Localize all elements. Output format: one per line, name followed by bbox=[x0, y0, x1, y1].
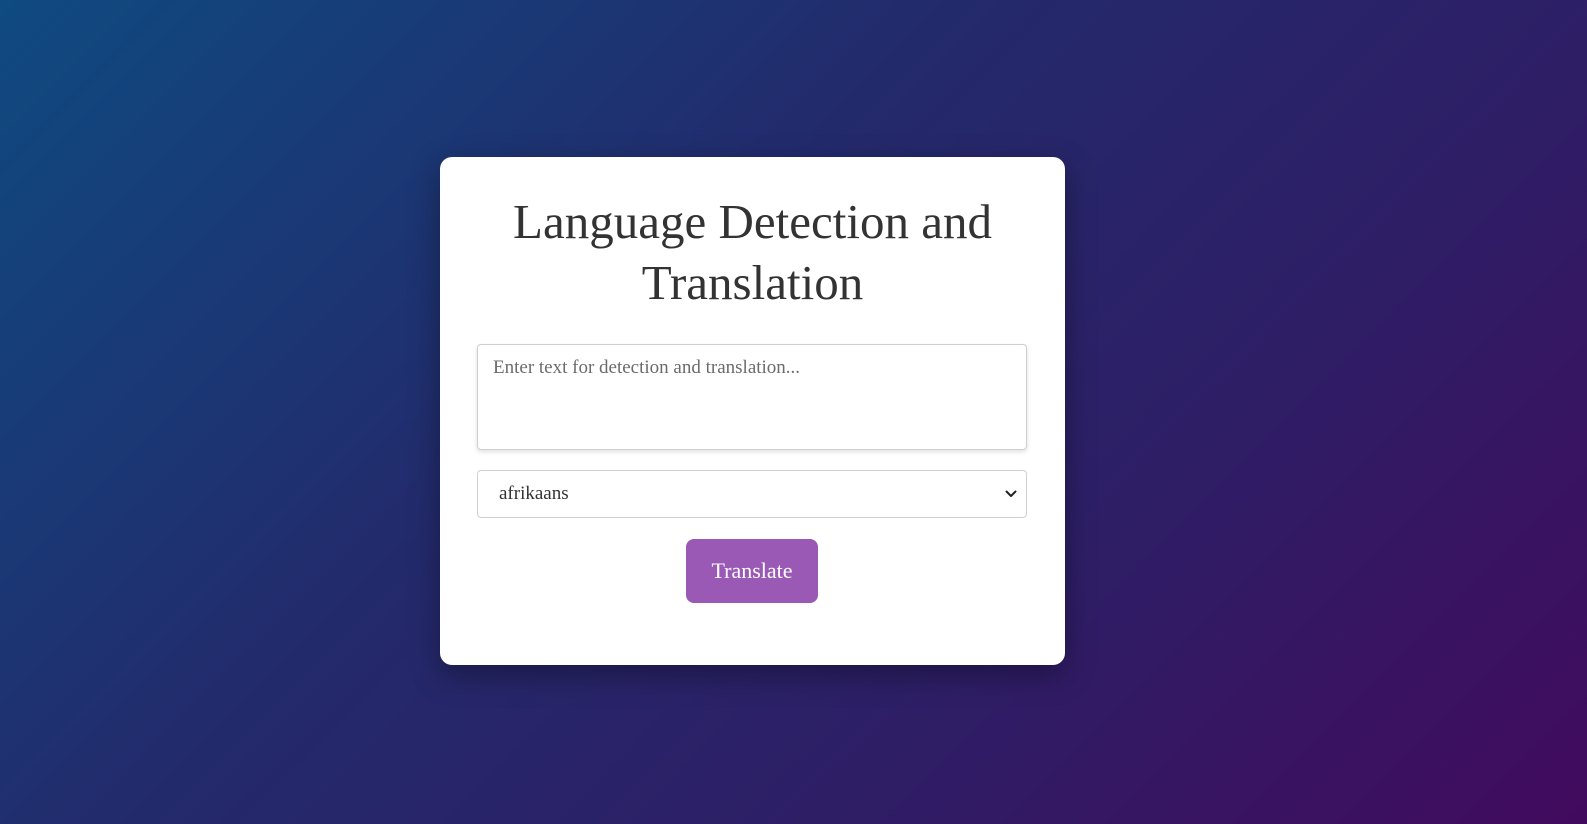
translator-card: Language Detection and Translation afrik… bbox=[440, 157, 1065, 665]
target-language-select[interactable]: afrikaans bbox=[477, 470, 1027, 518]
translate-button[interactable]: Translate bbox=[686, 539, 818, 603]
chevron-down-icon bbox=[1005, 490, 1017, 497]
page-title: Language Detection and Translation bbox=[513, 194, 992, 310]
selected-language: afrikaans bbox=[499, 483, 569, 504]
text-input[interactable] bbox=[477, 344, 1027, 450]
